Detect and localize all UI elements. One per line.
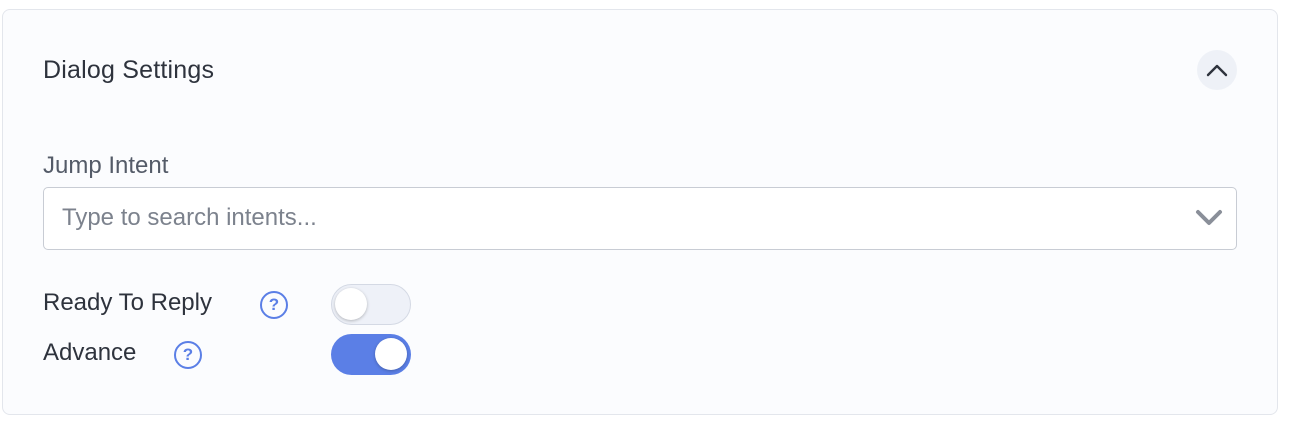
advance-toggle[interactable]	[331, 334, 411, 375]
advance-label: Advance	[43, 339, 137, 366]
advance-row: Advance ?	[43, 334, 443, 375]
ready-to-reply-toggle[interactable]	[331, 284, 411, 325]
ready-to-reply-help-icon[interactable]: ?	[260, 291, 288, 319]
jump-intent-label: Jump Intent	[43, 152, 169, 179]
ready-to-reply-row: Ready To Reply ?	[43, 284, 443, 325]
ready-to-reply-label: Ready To Reply	[43, 289, 212, 316]
jump-intent-search-input[interactable]	[62, 188, 1182, 248]
collapse-button[interactable]	[1197, 50, 1237, 90]
toggle-knob	[375, 338, 407, 370]
advance-help-icon[interactable]: ?	[174, 341, 202, 369]
toggle-knob	[335, 288, 367, 320]
chevron-up-icon	[1206, 64, 1228, 77]
panel-title: Dialog Settings	[43, 56, 215, 84]
jump-intent-select[interactable]	[43, 187, 1237, 250]
dialog-settings-panel: Dialog Settings Jump Intent Ready To Rep…	[2, 9, 1278, 415]
chevron-down-icon[interactable]	[1194, 206, 1224, 230]
